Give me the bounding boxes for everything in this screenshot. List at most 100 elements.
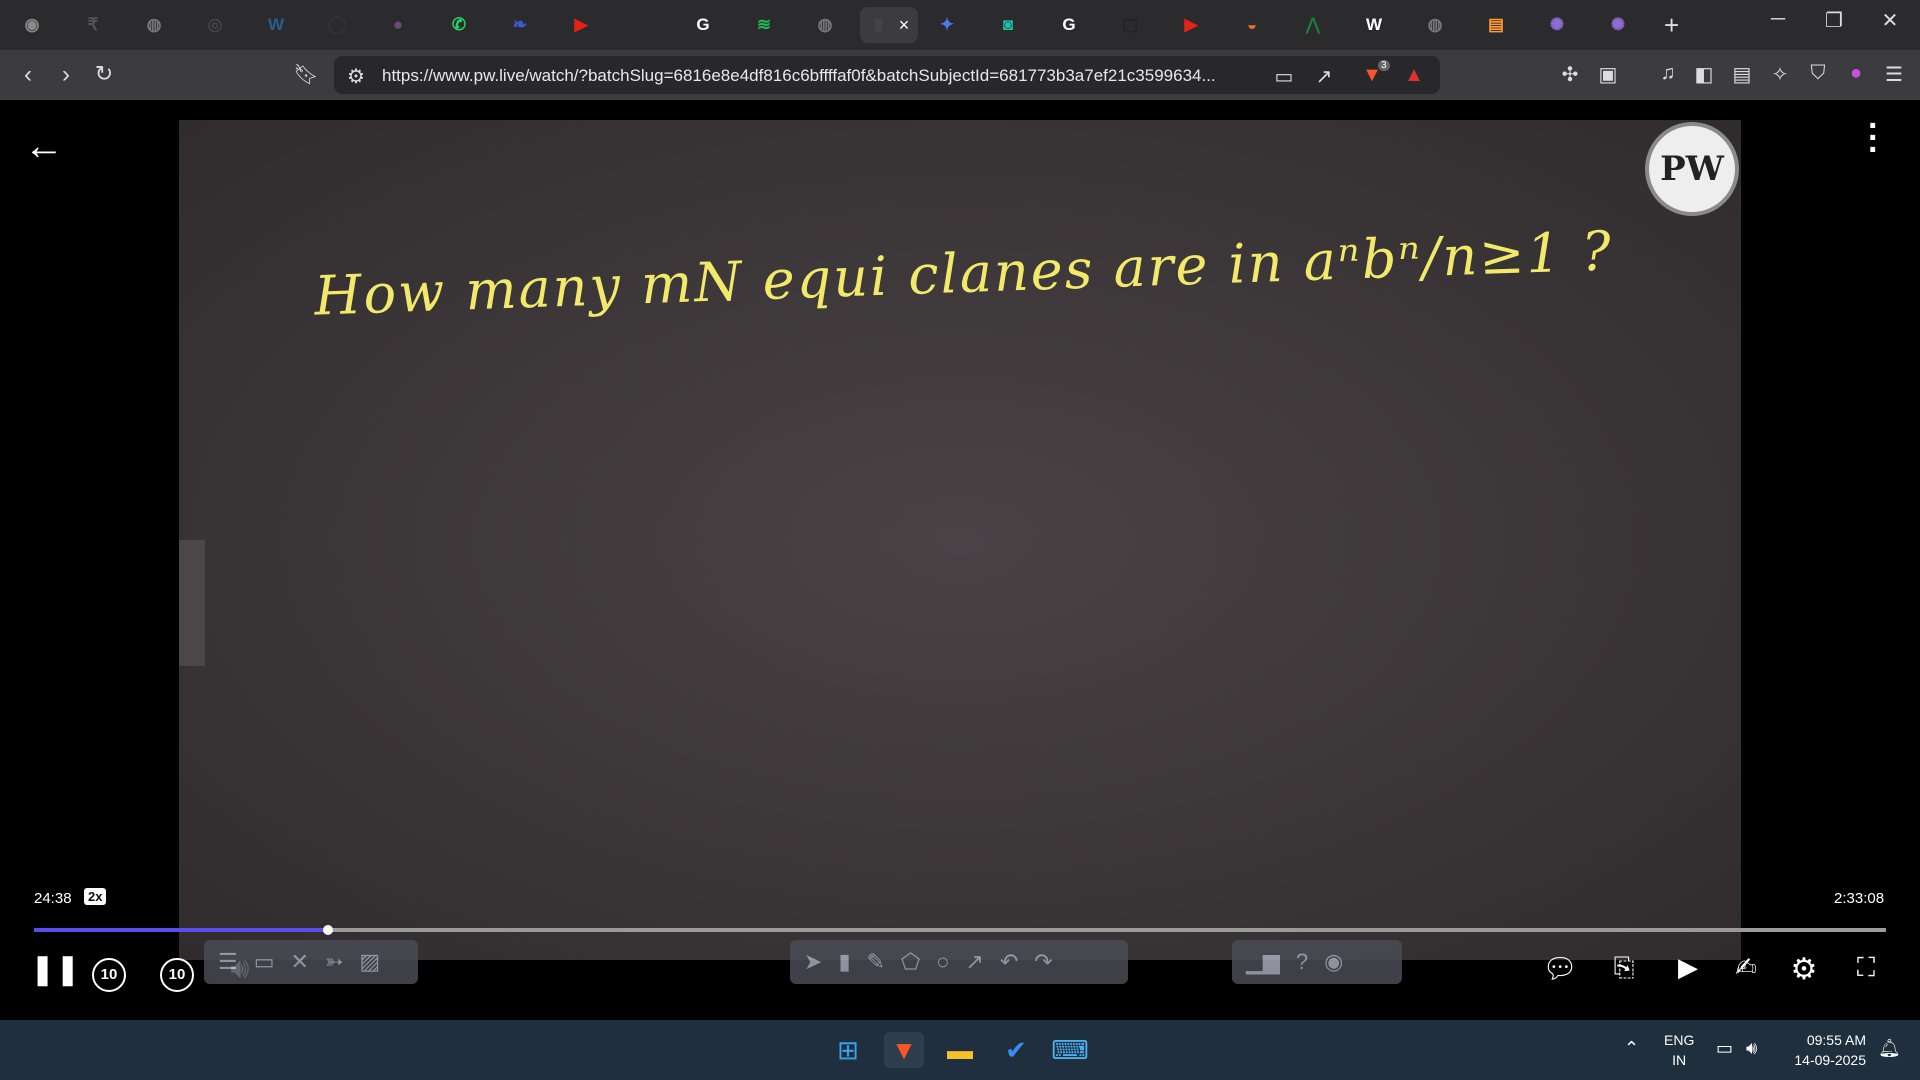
ball-icon: ◒ <box>1246 15 1258 34</box>
left-panel-handle[interactable] <box>179 540 205 666</box>
translate-button[interactable]: ⎘ <box>1602 952 1646 984</box>
globe-icon: ◍ <box>1427 15 1443 34</box>
cast-icon[interactable]: ▭ <box>1270 64 1298 89</box>
pen-icon: ✎ <box>866 949 885 974</box>
todo-icon[interactable]: ✔ <box>996 1032 1036 1068</box>
chart-icon: ⋀ <box>1306 15 1320 34</box>
rewards-icon[interactable]: ▲ <box>1400 64 1428 87</box>
arrow-icon: ↗ <box>965 949 984 974</box>
video-toolbar-right: ▁▆ ? ◉ <box>1232 940 1402 984</box>
brave-browser-icon[interactable]: ▼ <box>884 1032 924 1068</box>
vpn-icon[interactable]: ⛉ <box>1804 62 1832 85</box>
settings-gear-icon[interactable]: ⚙︎ <box>1782 952 1826 987</box>
chat-button[interactable]: 💬︎ <box>1538 952 1582 985</box>
cursor-icon: ➤ <box>804 949 823 974</box>
forward-icon[interactable]: › <box>50 61 82 89</box>
youtube-icon: ▶ <box>1184 15 1198 34</box>
w3-icon: W <box>267 15 285 34</box>
browser-tab[interactable]: W <box>250 7 302 43</box>
browser-tab[interactable]: ₹ <box>67 7 119 43</box>
orb-icon: ● <box>392 15 404 34</box>
question-icon: ? <box>1295 949 1309 974</box>
browser-tab[interactable]: ▮ × <box>860 7 918 43</box>
speaker-icon[interactable]: 🔊︎ <box>1746 1038 1757 1059</box>
spotify-icon: ≋ <box>756 15 772 34</box>
browser-tab[interactable]: G <box>1043 7 1095 43</box>
url-text[interactable]: https://www.pw.live/watch/?batchSlug=681… <box>382 66 1216 86</box>
site-info-icon[interactable]: ⚙︎ <box>342 64 370 89</box>
video-frame[interactable]: How many mN equi clanes are in aⁿbⁿ/n≥1 … <box>179 120 1741 960</box>
globe-icon: ◍ <box>817 15 833 34</box>
fullscreen-icon[interactable]: ⛶ <box>1844 952 1888 984</box>
browser-tab[interactable]: ⋀ <box>1287 7 1339 43</box>
browser-tab[interactable]: ◒ <box>1226 7 1278 43</box>
wallet-icon[interactable]: ▤ <box>1728 62 1756 87</box>
chat-icon: ◉ <box>24 15 40 34</box>
reload-icon[interactable]: ↻ <box>88 61 120 87</box>
browser-tab[interactable]: ◌ <box>616 7 668 43</box>
video-player[interactable]: How many mN equi clanes are in aⁿbⁿ/n≥1 … <box>0 100 1920 1020</box>
gemini-icon: ✦ <box>939 15 955 34</box>
language-code: ENG <box>1664 1032 1695 1048</box>
pip-button[interactable]: ▶ <box>1666 952 1710 983</box>
ring-icon: ◯ <box>327 15 347 34</box>
windows-start-icon[interactable]: ⊞ <box>828 1032 868 1068</box>
browser-tab[interactable]: G <box>677 7 729 43</box>
reader-icon[interactable]: ▣ <box>1594 62 1622 87</box>
forward-10-button[interactable]: 10 <box>160 958 194 992</box>
browser-tab[interactable]: ◍ <box>128 7 180 43</box>
browser-tab[interactable]: ✺ <box>1531 7 1583 43</box>
media-icon[interactable]: ♫ <box>1654 62 1682 85</box>
browser-tab[interactable]: W <box>1348 7 1400 43</box>
menu-icon[interactable]: ☰ <box>1880 62 1908 87</box>
chevron-up-icon[interactable]: ⌃ <box>1624 1038 1639 1059</box>
close-tab-icon[interactable]: × <box>899 15 910 36</box>
playback-speed-badge[interactable]: 2x <box>84 888 107 905</box>
share-icon[interactable]: ↗ <box>1310 64 1338 89</box>
keyboard-app-icon[interactable]: ⌨ <box>1050 1032 1090 1068</box>
new-tab-button[interactable]: + <box>1664 10 1679 41</box>
browser-tab[interactable]: ◍ <box>799 7 851 43</box>
sidebar-icon[interactable]: ◧ <box>1690 62 1718 87</box>
browser-tab[interactable]: ≋ <box>738 7 790 43</box>
browser-tab[interactable]: ● <box>372 7 424 43</box>
profile-icon[interactable]: ● <box>1842 62 1870 85</box>
file-explorer-icon[interactable]: ▬ <box>940 1032 980 1068</box>
address-bar[interactable]: ⚙︎ https://www.pw.live/watch/?batchSlug=… <box>334 56 1440 94</box>
back-arrow-icon[interactable]: ← <box>24 124 64 169</box>
browser-tab[interactable]: ◉ <box>6 7 58 43</box>
browser-tab[interactable]: ◍ <box>1409 7 1461 43</box>
notes-button[interactable]: ✍︎ <box>1724 952 1768 983</box>
pause-button[interactable]: ❚❚ <box>30 952 80 987</box>
browser-tab[interactable]: ✺ <box>1592 7 1644 43</box>
seek-bar[interactable] <box>34 925 1886 935</box>
browser-tab[interactable]: ✆ <box>433 7 485 43</box>
browser-tab[interactable]: ◙ <box>982 7 1034 43</box>
browser-tab[interactable]: ▢ <box>1104 7 1156 43</box>
browser-tab[interactable]: ◎ <box>189 7 241 43</box>
globe-icon: ◍ <box>146 15 162 34</box>
undo-icon: ↶ <box>999 949 1019 974</box>
rewind-10-button[interactable]: 10 <box>92 958 126 992</box>
minimize-icon[interactable]: ─ <box>1758 8 1798 31</box>
extensions-icon[interactable]: ✣ <box>1556 62 1584 87</box>
language-indicator[interactable]: ENG IN <box>1664 1030 1694 1070</box>
more-options-icon[interactable]: · · · <box>1868 109 1879 167</box>
browser-tab[interactable]: ◯ <box>311 7 363 43</box>
notification-bell-icon[interactable]: 🔔︎ <box>1878 1038 1901 1059</box>
pointer-icon: ➳ <box>324 949 344 974</box>
camera-icon: ◉ <box>1324 949 1344 974</box>
browser-tab[interactable]: ▶ <box>1165 7 1217 43</box>
browser-tab[interactable]: ✦ <box>921 7 973 43</box>
clock[interactable]: 09:55 AM 14-09-2025 <box>1786 1030 1866 1070</box>
close-window-icon[interactable]: ✕ <box>1870 8 1910 33</box>
restore-icon[interactable]: ❐ <box>1814 8 1854 33</box>
browser-tab[interactable]: ▶ <box>555 7 607 43</box>
bookmark-icon[interactable]: 🔖︎ <box>292 62 320 87</box>
browser-tab[interactable]: ❧ <box>494 7 546 43</box>
network-icon[interactable]: ▭ <box>1716 1038 1733 1059</box>
leo-icon[interactable]: ✧ <box>1766 62 1794 87</box>
back-icon[interactable]: ‹ <box>12 61 44 89</box>
image-icon: ▨ <box>359 949 381 974</box>
browser-tab[interactable]: ▤ <box>1470 7 1522 43</box>
